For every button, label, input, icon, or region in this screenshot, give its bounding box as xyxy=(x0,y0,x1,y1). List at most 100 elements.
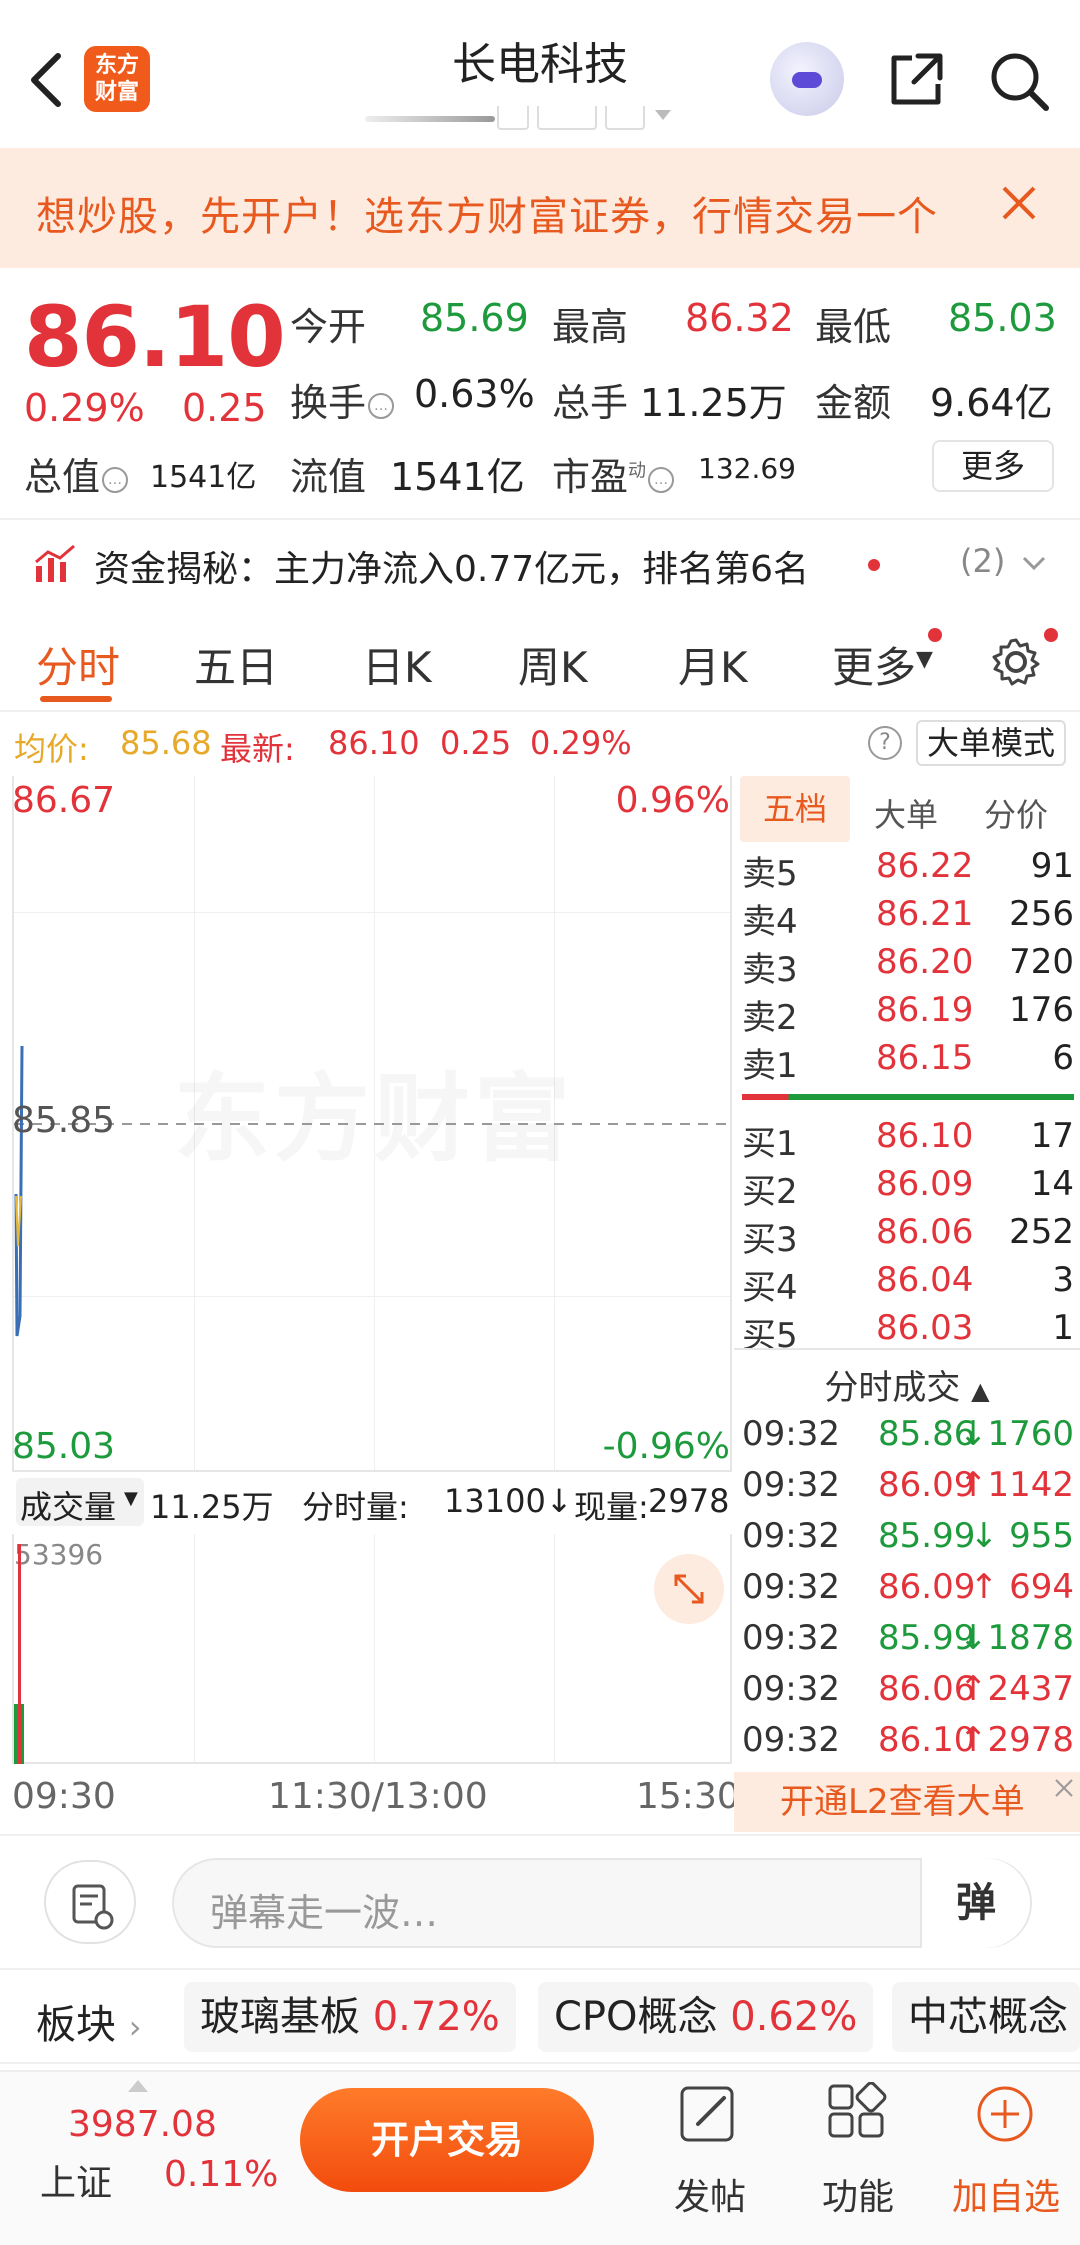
sector-chip[interactable]: 中芯概念 xyxy=(892,1982,1080,2052)
dropdown-triangle-icon: ▼ xyxy=(124,1488,138,1509)
bottom-bar: 3987.08 上证 0.11% 开户交易 发帖 功能 加自选 xyxy=(0,2070,1080,2245)
fund-flow-text: 资金揭秘：主力净流入0.77亿元，排名第6名 xyxy=(94,549,810,590)
index-name[interactable]: 上证 xyxy=(40,2154,112,2206)
tab-monthly-k[interactable]: 月K xyxy=(678,634,748,695)
search-icon[interactable] xyxy=(988,50,1050,112)
info-icon[interactable]: … xyxy=(368,393,395,419)
compose-post-icon[interactable] xyxy=(674,2082,744,2148)
index-change[interactable]: 0.11% xyxy=(164,2154,278,2195)
ask-row: 卖5 86.22 91 xyxy=(742,846,1074,894)
help-icon[interactable]: ? xyxy=(868,726,902,760)
nav-post[interactable]: 发帖 xyxy=(640,2168,780,2220)
trade-row: 09:32 85.99 ↓1878 xyxy=(742,1618,1074,1658)
add-watchlist-icon[interactable] xyxy=(970,2082,1040,2148)
volume-value: 11.25万 xyxy=(640,381,787,425)
tab-big-orders[interactable]: 大单 xyxy=(874,790,938,836)
minute-volume-value: 13100↓ xyxy=(444,1482,573,1520)
tab-five-levels[interactable]: 五档 xyxy=(740,776,850,842)
time-axis-end: 15:30 xyxy=(636,1776,740,1817)
change-percent: 0.29% xyxy=(24,386,145,430)
float-cap-value: 1541亿 xyxy=(390,455,525,499)
stock-code-indicator xyxy=(365,106,715,130)
trade-row: 09:32 86.06 ↑2437 xyxy=(742,1669,1074,1709)
latest-pct: 0.29% xyxy=(530,724,632,762)
pe-label[interactable]: 市盈动… xyxy=(552,446,675,501)
close-icon[interactable] xyxy=(998,182,1040,224)
sector-label[interactable]: 板块 › xyxy=(36,1992,142,2050)
triangle-up-icon: ▲ xyxy=(971,1377,990,1405)
tab-five-day[interactable]: 五日 xyxy=(194,634,278,695)
open-value: 85.69 xyxy=(420,296,529,340)
info-icon[interactable]: … xyxy=(102,467,129,493)
current-volume-label: 现量: xyxy=(574,1488,649,1526)
danmu-toggle-button[interactable]: 弹 xyxy=(920,1858,1030,1948)
promo-text[interactable]: 想炒股，先开户！选东方财富证券，行情交易一个 xyxy=(36,184,938,242)
close-icon[interactable] xyxy=(1052,1776,1076,1800)
functions-grid-icon[interactable] xyxy=(822,2082,892,2148)
latest-label: 最新: xyxy=(220,730,295,768)
bid-row: 买4 86.04 3 xyxy=(742,1260,1074,1308)
account-promo-banner[interactable]: 想炒股，先开户！选东方财富证券，行情交易一个 xyxy=(0,148,1080,268)
trades-title[interactable]: 分时成交 ▲ xyxy=(734,1360,1080,1409)
tab-daily-k[interactable]: 日K xyxy=(362,634,432,695)
ask-row: 卖4 86.21 256 xyxy=(742,894,1074,942)
avg-label: 均价: xyxy=(14,730,89,768)
change-amount: 0.25 xyxy=(182,386,267,430)
mktcap-label[interactable]: 总值… xyxy=(24,446,129,501)
tab-intraday[interactable]: 分时 xyxy=(36,634,120,695)
more-quote-button[interactable]: 更多 xyxy=(932,440,1054,492)
volume-selector[interactable]: 成交量 ▼ xyxy=(16,1478,144,1526)
high-value: 86.32 xyxy=(685,296,794,340)
mktcap-value: 1541亿 xyxy=(150,460,257,495)
tab-weekly-k[interactable]: 周K xyxy=(518,634,588,695)
time-axis-mid: 11:30/13:00 xyxy=(268,1776,488,1817)
danmu-row: 弹幕走一波… 弹 xyxy=(0,1834,1080,1966)
volume-chart[interactable]: 53396 xyxy=(12,1534,732,1764)
tab-price-distribution[interactable]: 分价 xyxy=(984,790,1048,836)
chart-max-pct: 0.96% xyxy=(615,780,730,821)
dropdown-triangle-icon: ▼ xyxy=(916,647,933,672)
intraday-price-chart[interactable]: 东方财富 86.67 0.96% 85.85 85.03 -0.96% xyxy=(12,776,734,1472)
triangle-up-icon xyxy=(128,2080,148,2092)
avg-price-row: 均价: 85.68 最新: 86.10 0.25 0.29% ? 大单模式 xyxy=(0,714,1080,772)
tab-more[interactable]: 更多▼ xyxy=(832,634,933,695)
chart-min-price: 85.03 xyxy=(12,1426,116,1467)
expand-chart-button[interactable] xyxy=(654,1554,724,1624)
current-price: 86.10 xyxy=(24,288,286,386)
avg-value: 85.68 xyxy=(120,724,212,762)
nav-functions[interactable]: 功能 xyxy=(788,2168,928,2220)
volume-info-bar: 成交量 ▼ 11.25万 分时量: 13100↓ 现量: 2978 xyxy=(0,1472,732,1534)
settings-gear-icon[interactable] xyxy=(990,636,1042,688)
fund-flow-row[interactable]: 资金揭秘：主力净流入0.77亿元，排名第6名 (2) xyxy=(0,522,1080,606)
turnover-label[interactable]: 换手… xyxy=(290,372,395,427)
trade-row: 09:32 86.09 ↑1142 xyxy=(742,1465,1074,1505)
pe-superscript: 动 xyxy=(628,460,647,482)
big-order-mode-button[interactable]: 大单模式 xyxy=(916,720,1066,766)
open-account-trade-button[interactable]: 开户交易 xyxy=(300,2088,594,2192)
chevron-down-icon[interactable] xyxy=(1022,556,1046,572)
low-label: 最低 xyxy=(815,305,892,349)
float-cap-label: 流值 xyxy=(290,455,367,499)
sector-chip[interactable]: CPO概念 0.62% xyxy=(538,1982,874,2052)
amount-value: 9.64亿 xyxy=(930,381,1053,425)
sector-chip[interactable]: 玻璃基板 0.72% xyxy=(184,1982,516,2052)
trade-row: 09:32 85.99 ↓ 955 xyxy=(742,1516,1074,1556)
notes-settings-button[interactable] xyxy=(44,1860,136,1944)
amount-label: 金额 xyxy=(815,381,892,425)
chart-min-pct: -0.96% xyxy=(602,1426,730,1467)
minute-volume-label: 分时量: xyxy=(302,1488,409,1526)
volume-label: 总手 xyxy=(552,381,629,425)
expand-arrows-icon xyxy=(674,1574,704,1604)
info-icon[interactable]: … xyxy=(648,467,675,493)
nav-add-watchlist[interactable]: 加自选 xyxy=(936,2168,1076,2220)
ai-assistant-avatar-icon[interactable] xyxy=(770,42,844,116)
latest-value: 86.10 xyxy=(328,724,420,762)
open-l2-banner[interactable]: 开通L2查看大单 xyxy=(734,1772,1080,1832)
trade-row: 09:32 86.10 ↑2978 xyxy=(742,1720,1074,1760)
index-value[interactable]: 3987.08 xyxy=(68,2104,217,2145)
trade-row: 09:32 85.86 ↓1760 xyxy=(742,1414,1074,1454)
vol-bar xyxy=(18,1544,21,1764)
danmu-input[interactable]: 弹幕走一波… 弹 xyxy=(172,1858,1032,1948)
dropdown-arrow-icon xyxy=(655,110,671,120)
share-icon[interactable] xyxy=(886,50,946,110)
